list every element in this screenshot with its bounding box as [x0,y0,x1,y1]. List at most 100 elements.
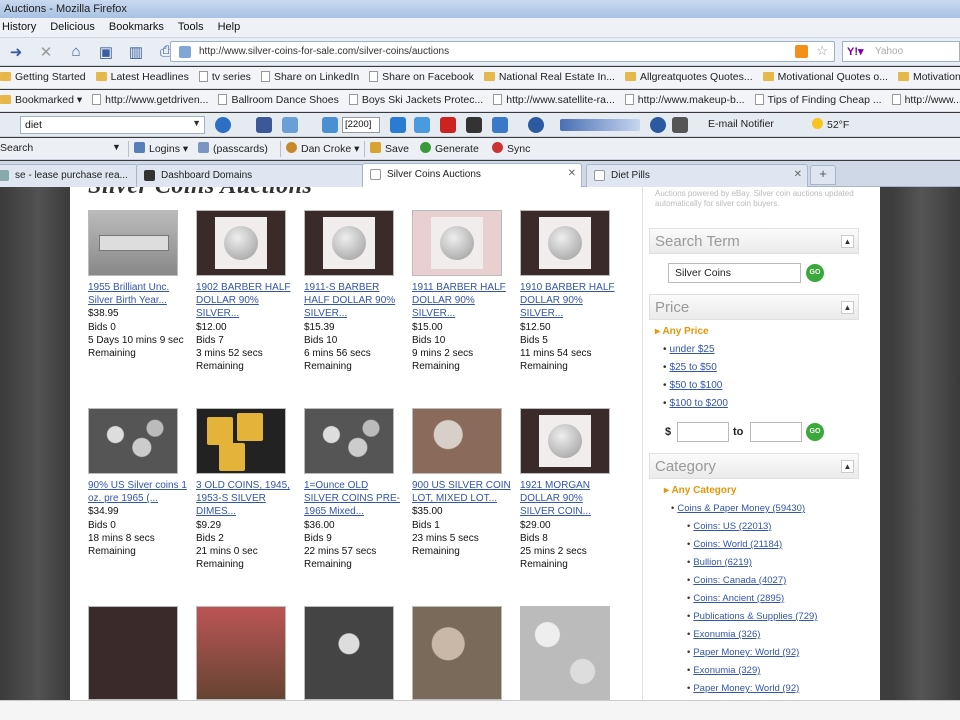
category-sublink[interactable]: Paper Money: World (92) [687,683,799,694]
category-sublink[interactable]: Coins: Canada (4027) [687,575,786,586]
auction-title-link[interactable]: 1955 Brilliant Unc. Silver Birth Year... [88,281,188,307]
category-heading[interactable]: Category ▲ [649,453,859,479]
collapse-icon[interactable]: ▲ [841,235,854,248]
auction-thumbnail[interactable] [88,210,178,276]
bookmark-item[interactable]: Latest Headlines [95,71,189,83]
auction-thumbnail[interactable] [88,408,178,474]
forward-icon[interactable]: ➜ [4,41,28,63]
bookmark-item[interactable]: Getting Started [0,71,86,83]
any-category-link[interactable]: Any Category [664,485,736,496]
camera-icon[interactable] [466,117,482,133]
menu-help[interactable]: Help [218,21,241,34]
price-go-button[interactable]: GO [806,423,824,441]
auction-thumbnail[interactable] [520,210,610,276]
category-sublink[interactable]: Coins: Ancient (2895) [687,593,784,604]
search-dropdown-icon[interactable]: ▼ [112,142,121,152]
category-sublink[interactable]: Exonumia (326) [687,629,760,640]
price-heading[interactable]: Price ▲ [649,294,859,320]
auction-thumbnail[interactable] [196,210,286,276]
price-range-50-100[interactable]: $50 to $100 [663,380,723,391]
bookmark-star-icon[interactable]: ☆ [816,43,828,59]
auction-title-link[interactable]: 3 OLD COINS, 1945, 1953-S SILVER DIMES..… [196,479,296,519]
twitter-icon[interactable] [322,117,338,133]
rss-icon[interactable] [795,45,808,58]
price-max-input[interactable] [750,422,802,442]
bookmark-item[interactable]: National Real Estate In... [483,71,615,83]
menu-tools[interactable]: Tools [178,21,204,34]
bookmark-item[interactable]: Motivational Quotes o... [762,71,888,83]
auction-thumbnail[interactable] [412,408,502,474]
auction-thumbnail[interactable] [304,606,394,700]
screenshot-icon[interactable]: ▣ [94,41,118,63]
collapse-icon[interactable]: ▲ [841,301,854,314]
bookmark-item[interactable]: Ballroom Dance Shoes [218,94,339,106]
bookmark-item[interactable]: Bookmarked ▾ [0,94,82,106]
price-min-input[interactable] [677,422,729,442]
category-coins-paper-money[interactable]: Coins & Paper Money (59430) [671,503,805,514]
auction-thumbnail[interactable] [412,606,502,700]
menu-delicious[interactable]: Delicious [50,21,95,34]
refresh-icon[interactable] [215,117,231,133]
auction-thumbnail[interactable] [304,408,394,474]
search-engine-box[interactable]: Y!▾ Yahoo [842,41,960,62]
auction-title-link[interactable]: 1921 MORGAN DOLLAR 90% SILVER COIN... [520,479,620,519]
auction-thumbnail[interactable] [304,210,394,276]
generate-button[interactable]: Generate [420,142,479,155]
menu-history[interactable]: History [2,21,36,34]
auction-thumbnail[interactable] [520,606,610,700]
bookmark-item[interactable]: Allgreatquotes Quotes... [624,71,753,83]
user-button[interactable]: Dan Croke ▾ [286,142,359,155]
price-range-25-50[interactable]: $25 to $50 [663,362,717,373]
toolbar-search-label[interactable]: Search [0,142,33,154]
tab-dashboard-domains[interactable]: Dashboard Domains [136,164,378,187]
close-tab-icon[interactable]: ✕ [568,168,576,179]
auction-thumbnail[interactable] [196,606,286,700]
tab-silver-coins-auctions[interactable]: Silver Coins Auctions ✕ [362,163,582,188]
bookmark-item[interactable]: Tips of Finding Cheap ... [754,94,882,106]
auction-thumbnail[interactable] [88,606,178,700]
search-term-heading[interactable]: Search Term ▲ [649,228,859,254]
youtube-icon[interactable] [440,117,456,133]
any-price-link[interactable]: Any Price [655,326,708,337]
auction-thumbnail[interactable] [520,408,610,474]
tab-diet-pills[interactable]: Diet Pills ✕ [586,164,808,187]
tab-lease-purchase[interactable]: se - lease purchase rea... [0,164,138,187]
sync-button[interactable]: Sync [492,142,530,155]
yahoo-logo-icon[interactable]: Y!▾ [847,45,864,58]
auction-title-link[interactable]: 900 US SILVER COIN LOT, MIXED LOT... [412,479,512,505]
logins-button[interactable]: Logins ▾ [134,142,188,155]
grid-icon[interactable] [672,117,688,133]
bookmark-item[interactable]: tv series [198,71,251,83]
auction-title-link[interactable]: 1902 BARBER HALF DOLLAR 90% SILVER... [196,281,296,321]
mail-icon[interactable] [390,117,406,133]
category-sublink[interactable]: Bullion (6219) [687,557,752,568]
facebook-icon[interactable] [256,117,272,133]
settings-icon[interactable] [492,117,508,133]
passcards-button[interactable]: (passcards) [198,142,268,155]
collapse-icon[interactable]: ▲ [841,460,854,473]
play-icon[interactable] [528,117,544,133]
auction-thumbnail[interactable] [412,210,502,276]
bookmark-item[interactable]: Boys Ski Jackets Protec... [348,94,483,106]
menu-bookmarks[interactable]: Bookmarks [109,21,164,34]
auction-title-link[interactable]: 1911-S BARBER HALF DOLLAR 90% SILVER... [304,281,404,321]
new-tab-button[interactable]: + [810,165,836,185]
weather-widget[interactable]: 52°F [812,118,849,131]
bookmark-item[interactable]: http://www.makeup-b... [624,94,745,106]
price-range-100-200[interactable]: $100 to $200 [663,398,728,409]
bookmark-sidebar-icon[interactable]: ▥ [124,41,148,63]
search-term-input[interactable]: Silver Coins [668,263,801,283]
bookmark-item[interactable]: http://www.satellite-ra... [493,94,615,106]
category-sublink[interactable]: Coins: World (21184) [687,539,782,550]
stop-icon[interactable]: ✕ [34,41,58,63]
bookmark-item[interactable]: Share on LinkedIn [260,71,359,83]
bookmark-item[interactable]: Motivational Quotes fro... [897,71,960,83]
bookmark-item[interactable]: Share on Facebook [369,71,474,83]
price-range-under-25[interactable]: under $25 [663,344,715,355]
close-tab-icon[interactable]: ✕ [794,169,802,180]
save-button[interactable]: Save [370,142,409,155]
toolbar-search-field[interactable]: diet ▼ [20,116,205,134]
search-go-button[interactable]: GO [806,264,824,282]
auction-title-link[interactable]: 1=Ounce OLD SILVER COINS PRE-1965 Mixed.… [304,479,404,519]
next-icon[interactable] [650,117,666,133]
